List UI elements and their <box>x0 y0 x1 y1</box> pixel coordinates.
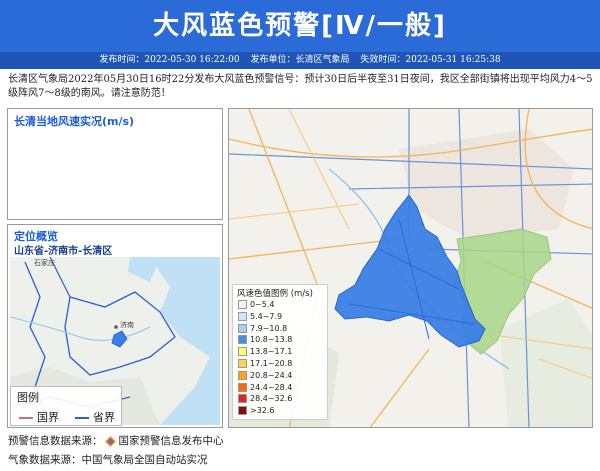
wind-legend-label: 5.4~7.9 <box>250 311 283 321</box>
wind-color-swatch <box>238 347 247 357</box>
wind-color-swatch <box>238 359 247 368</box>
wind-legend-item: 7.9~10.8 <box>238 323 288 334</box>
wind-color-swatch <box>238 323 247 333</box>
wind-speed-panel: 长清当地风速实况(m/s) <box>7 108 223 220</box>
wind-legend-label: 0~5.4 <box>250 300 275 309</box>
wind-legend-item: 17.1~20.8 <box>238 359 292 369</box>
location-path: 山东省-济南市-长清区 <box>14 246 113 257</box>
map-label-jinan: 济南 <box>120 320 134 329</box>
wind-legend-label: 20.8~24.4 <box>250 370 293 380</box>
wind-color-swatch <box>238 382 247 392</box>
wind-legend-label: 17.1~20.8 <box>250 359 293 368</box>
warning-meta-bar: 发布时间：2022-05-30 16:22:00 发布单位：长清区气象局 失效时… <box>0 52 600 69</box>
wind-color-swatch <box>238 406 247 416</box>
map-label-shijiazhuang: 石家庄 <box>34 258 55 267</box>
wind-speed-panel-title: 长清当地风速实况(m/s) <box>14 115 135 128</box>
wind-speed-legend: 风速色值图例 (m/s) 0~5.4 5.4~7.9 7.9~10.8 10.8~13… <box>232 284 328 420</box>
warning-source-label: 预警信息数据来源： <box>8 435 103 447</box>
issue-time: 发布时间：2022-05-30 16:22:00 <box>99 55 240 65</box>
legend-title: 图例 <box>17 391 39 404</box>
legend-item-national-border: 国界 <box>19 409 59 425</box>
wind-color-swatch <box>238 300 247 309</box>
wind-color-swatch <box>238 335 247 345</box>
issuer: 发布单位：长清区气象局 <box>250 55 350 65</box>
wind-color-swatch <box>238 370 247 380</box>
warning-description: 长清区气象局2022年05月30日16时22分发布大风蓝色预警信号：预计30日后… <box>8 74 593 99</box>
weather-data-source: 气象数据来源：中国气象局全国自动站实况 <box>8 454 208 466</box>
expire-time: 失效时间：2022-05-31 16:25:38 <box>360 55 501 65</box>
wind-legend-item: >32.6 <box>238 406 275 416</box>
wind-legend-item: 28.4~32.6 <box>238 394 292 404</box>
warning-source-link[interactable]: 国家预警信息发布中心 <box>119 435 224 447</box>
legend-item-province-border: 省界 <box>75 409 115 425</box>
province-border-line-icon <box>75 417 89 419</box>
wind-legend-item: 24.4~28.4 <box>238 382 293 393</box>
warning-source-line: 预警信息数据来源： 国家预警信息发布中心 <box>8 433 224 448</box>
wind-legend-label: 10.8~13.8 <box>250 335 293 345</box>
wind-legend-label: 7.9~10.8 <box>250 323 288 333</box>
wind-legend-label: 13.8~17.1 <box>250 347 293 357</box>
wind-legend-label: 28.4~32.6 <box>250 394 293 404</box>
wind-legend-label: 24.4~28.4 <box>250 382 293 392</box>
wind-legend-label: >32.6 <box>250 406 275 416</box>
wind-legend-item: 20.8~24.4 <box>238 370 293 381</box>
wind-color-swatch <box>238 311 247 321</box>
wind-color-swatch <box>238 394 247 404</box>
warning-title: 大风蓝色预警[Ⅳ/一般] <box>0 0 600 52</box>
wind-legend-item: 5.4~7.9 <box>238 311 283 322</box>
wind-legend-item: 0~5.4 <box>238 300 275 310</box>
wind-legend-item: 13.8~17.1 <box>238 347 292 357</box>
national-border-line-icon <box>19 417 33 419</box>
wind-legend-title: 风速色值图例 (m/s) <box>237 289 313 299</box>
nmc-logo-icon <box>104 435 116 447</box>
wind-legend-item: 10.8~13.8 <box>238 335 292 345</box>
overview-map-legend: 图例 国界 省界 <box>10 386 122 426</box>
